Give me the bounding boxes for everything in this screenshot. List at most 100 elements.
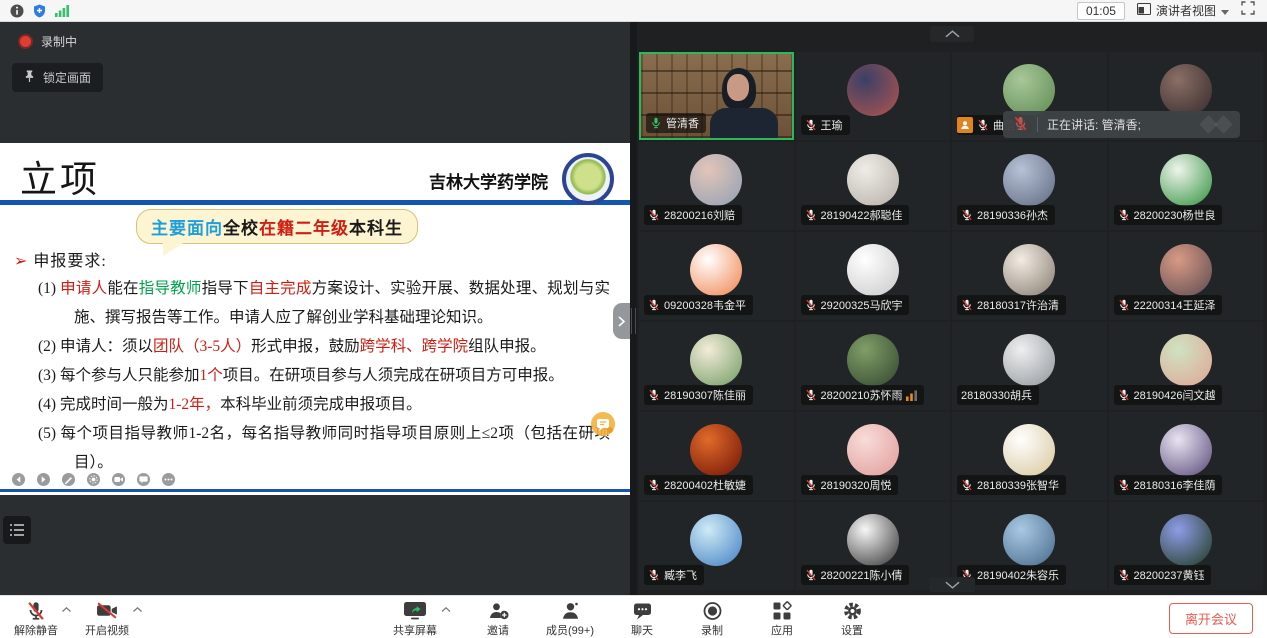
meeting-toolbar: 解除静音开启视频 共享屏幕邀请 成员(99+) 聊天 录制应用 设置 离开会议	[0, 595, 1267, 638]
comment-slide-button[interactable]	[137, 473, 150, 486]
mic-status-icon	[648, 389, 660, 401]
settings-button[interactable]: 设置	[830, 600, 874, 638]
participant-name: 28190422郝聪佳	[821, 207, 903, 223]
chat-button-label: 聊天	[631, 622, 653, 638]
more-slide-button[interactable]	[162, 473, 175, 486]
start-video-button[interactable]: 开启视频	[85, 600, 129, 638]
avatar	[1003, 334, 1055, 386]
leave-meeting-button[interactable]: 离开会议	[1169, 603, 1253, 634]
invite-button-label: 邀请	[487, 622, 509, 638]
mic-status-icon	[648, 569, 660, 581]
annotation-button[interactable]	[590, 411, 616, 442]
participant-namebar: 28190422郝聪佳	[801, 205, 910, 225]
participant-tile[interactable]: 28200402杜敏婕	[639, 412, 794, 500]
participant-tile[interactable]: 王瑜	[796, 52, 951, 140]
participant-name: 28190426闫文越	[1134, 387, 1216, 403]
mic-status-icon	[1118, 569, 1130, 581]
participant-tile[interactable]: 28200210苏怀雨	[796, 322, 951, 410]
view-mode-button[interactable]: 演讲者视图	[1137, 2, 1229, 19]
participant-namebar: 28190336孙杰	[957, 205, 1055, 225]
participant-tile[interactable]: 28190336孙杰	[952, 142, 1107, 230]
record-button[interactable]: 录制	[690, 600, 734, 638]
info-icon[interactable]	[10, 4, 24, 18]
participant-tile[interactable]: 臧李飞	[639, 502, 794, 590]
participant-tile[interactable]: 29200325马欣宇	[796, 232, 951, 320]
participant-name: 28190336孙杰	[977, 207, 1048, 223]
scroll-up-button[interactable]	[930, 26, 974, 42]
mic-status-icon	[648, 299, 660, 311]
fullscreen-button[interactable]	[1241, 1, 1255, 20]
participant-tile[interactable]: 管清香	[639, 52, 794, 140]
participant-tile[interactable]: 28200230杨世良	[1109, 142, 1264, 230]
chat-button[interactable]: 聊天	[620, 600, 664, 638]
participant-name: 22200314王延泽	[1134, 297, 1216, 313]
avatar	[1160, 514, 1212, 566]
chevron-up-icon[interactable]	[133, 607, 142, 612]
avatar	[1160, 424, 1212, 476]
shield-icon[interactable]	[33, 4, 46, 18]
hand-raise-badge	[957, 117, 973, 133]
avatar	[1003, 64, 1055, 116]
thumbnail-list-button[interactable]	[3, 516, 31, 544]
network-signal-icon[interactable]	[55, 5, 69, 17]
chevron-up-icon[interactable]	[441, 607, 450, 612]
lock-view-button[interactable]: 锁定画面	[12, 63, 103, 92]
laser-slide-button[interactable]	[87, 473, 100, 486]
mic-status-icon	[1118, 209, 1130, 221]
participant-tile[interactable]: 28190320周悦	[796, 412, 951, 500]
next-slide-button[interactable]	[37, 473, 50, 486]
participant-tile[interactable]: 28180330胡兵	[952, 322, 1107, 410]
mic-status-icon	[977, 119, 989, 131]
members-button[interactable]: 成员(99+)	[546, 600, 594, 638]
unmute-button[interactable]: 解除静音	[14, 600, 58, 638]
participant-tile[interactable]: 22200314王延泽	[1109, 232, 1264, 320]
apps-icon	[772, 600, 792, 621]
slide-nav-toolbar	[12, 473, 175, 486]
avatar	[1160, 244, 1212, 296]
pane-divider[interactable]	[630, 22, 637, 595]
participant-tile[interactable]: 28180317许治清	[952, 232, 1107, 320]
apps-button[interactable]: 应用	[760, 600, 804, 638]
participant-namebar: 28200230杨世良	[1114, 205, 1223, 225]
participant-name: 28190320周悦	[821, 477, 892, 493]
avatar	[1003, 154, 1055, 206]
participant-tile[interactable]: 28190402朱容乐	[952, 502, 1107, 590]
chat-icon	[632, 600, 652, 621]
view-mode-label: 演讲者视图	[1156, 2, 1216, 19]
participant-tile[interactable]: 28190422郝聪佳	[796, 142, 951, 230]
share-screen-button[interactable]: 共享屏幕	[393, 600, 437, 638]
participant-tile[interactable]: 09200328韦金平	[639, 232, 794, 320]
mic-status-icon	[1118, 299, 1130, 311]
avatar	[1160, 64, 1212, 116]
participant-tile[interactable]: 28180316李佳荫	[1109, 412, 1264, 500]
apps-button-label: 应用	[771, 622, 793, 638]
participant-tile[interactable]: 28200221陈小倩	[796, 502, 951, 590]
prev-slide-button[interactable]	[12, 473, 25, 486]
speaking-toast-text: 正在讲话: 管清香;	[1047, 116, 1141, 133]
avatar	[1003, 514, 1055, 566]
mic-off-icon	[26, 600, 46, 621]
invite-button[interactable]: 邀请	[476, 600, 520, 638]
chevron-up-icon[interactable]	[62, 607, 71, 612]
participant-name: 28180317许治清	[977, 297, 1059, 313]
mic-status-icon	[648, 479, 660, 491]
collapse-panel-handle[interactable]	[613, 303, 630, 339]
layout-icon	[1137, 3, 1151, 18]
record-icon	[702, 600, 722, 621]
participant-namebar: 28180316李佳荫	[1114, 475, 1223, 495]
participant-namebar: 28200216刘赔	[644, 205, 742, 225]
participant-tile[interactable]: 28200216刘赔	[639, 142, 794, 230]
mic-status-icon	[1118, 479, 1130, 491]
camera-slide-button[interactable]	[112, 473, 125, 486]
participant-name: 28180316李佳荫	[1134, 477, 1216, 493]
participant-tile[interactable]: 28200237黄钰	[1109, 502, 1264, 590]
settings-button-label: 设置	[841, 622, 863, 638]
participant-tile[interactable]: 28190426闫文越	[1109, 322, 1264, 410]
participant-namebar: 28200237黄钰	[1114, 565, 1212, 585]
pen-slide-button[interactable]	[62, 473, 75, 486]
participant-tile[interactable]: 28180339张智华	[952, 412, 1107, 500]
participant-name: 王瑜	[821, 117, 843, 133]
participant-tile[interactable]: 28190307陈佳丽	[639, 322, 794, 410]
presentation-stage: 录制中 锁定画面 立项 吉林大学药学院 主要面向全校在籍二年级本科生 ➢ 申报要…	[0, 22, 630, 595]
scroll-down-button[interactable]	[929, 577, 975, 592]
